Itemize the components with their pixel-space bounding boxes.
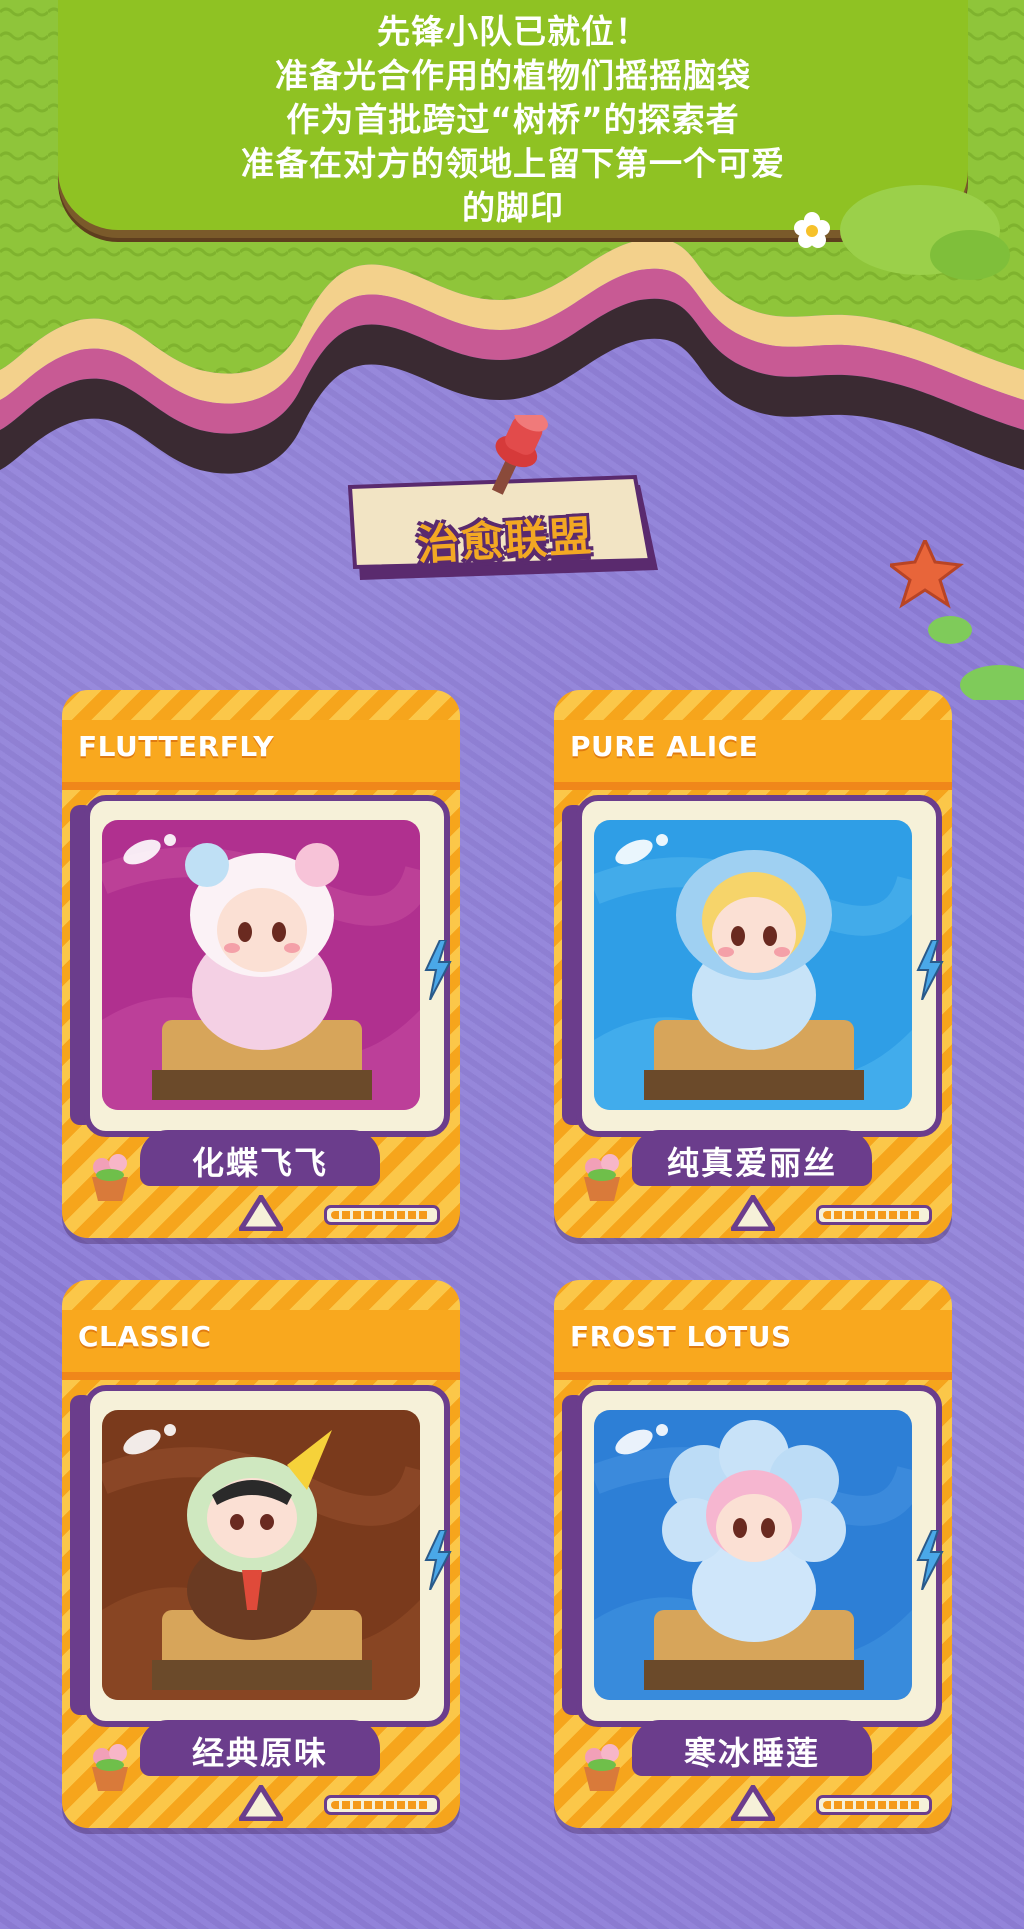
banner-line-3: 作为首批跨过“树桥”的探索者 [286,100,740,139]
lightning-icon [424,940,452,1000]
card-pure-alice[interactable]: PURE ALICE 纯真爱丽丝 [554,690,952,1238]
progress-bar [816,1795,932,1815]
figure-photo [594,1410,912,1700]
progress-fill [823,1801,922,1809]
figure-illustration [594,850,912,1110]
flower-pot-icon [584,1744,620,1791]
progress-fill [331,1801,430,1809]
card-name: 经典原味 [191,1734,328,1772]
card-classic[interactable]: CLASSIC 经典原味 [62,1280,460,1828]
figure-illustration [102,843,420,1110]
flower-pot-icon [92,1744,128,1791]
banner-line-2: 准备光合作用的植物们摇摇脑袋 [275,56,751,95]
card-frost-lotus[interactable]: FROST LOTUS 寒冰睡莲 [554,1280,952,1828]
card-name: 化蝶飞飞 [191,1144,328,1182]
star-flower-icon [890,540,1024,700]
triangle-button[interactable] [239,1195,283,1231]
progress-fill [823,1211,922,1219]
flower-pot-icon [584,1154,620,1201]
triangle-button[interactable] [731,1785,775,1821]
card-name: 纯真爱丽丝 [666,1144,837,1182]
banner-line-1: 先锋小队已就位！ [377,12,649,51]
flower-pot-icon [92,1154,128,1201]
figure-photo [102,1410,420,1700]
card-name: 寒冰睡莲 [683,1734,820,1772]
card-title: CLASSIC [78,1320,212,1353]
shine-dot [656,834,668,846]
page: 先锋小队已就位！ 准备光合作用的植物们摇摇脑袋 作为首批跨过“树桥”的探索者 准… [0,0,1024,1929]
lightning-icon [916,940,944,1000]
progress-bar [324,1795,440,1815]
lightning-icon [916,1530,944,1590]
progress-fill [331,1211,430,1219]
triangle-button[interactable] [239,1785,283,1821]
card-title: FROST LOTUS [570,1320,792,1353]
section-sign: 治愈联盟 [340,415,670,590]
figure-illustration [594,1420,912,1700]
progress-bar [816,1205,932,1225]
card-flutterfly[interactable]: FLUTTERFLY 化蝶飞飞 [62,690,460,1238]
shine-dot [164,1424,176,1436]
figure-illustration [102,1430,420,1700]
shine-dot [656,1424,668,1436]
progress-bar [324,1205,440,1225]
card-title: PURE ALICE [570,730,759,763]
bush-decoration [794,185,1010,280]
card-title: FLUTTERFLY [78,730,275,763]
daisy-icon [794,212,830,248]
lightning-icon [424,1530,452,1590]
shine-dot [164,834,176,846]
triangle-button[interactable] [731,1195,775,1231]
figure-photo [594,820,912,1110]
figure-photo [102,820,420,1110]
